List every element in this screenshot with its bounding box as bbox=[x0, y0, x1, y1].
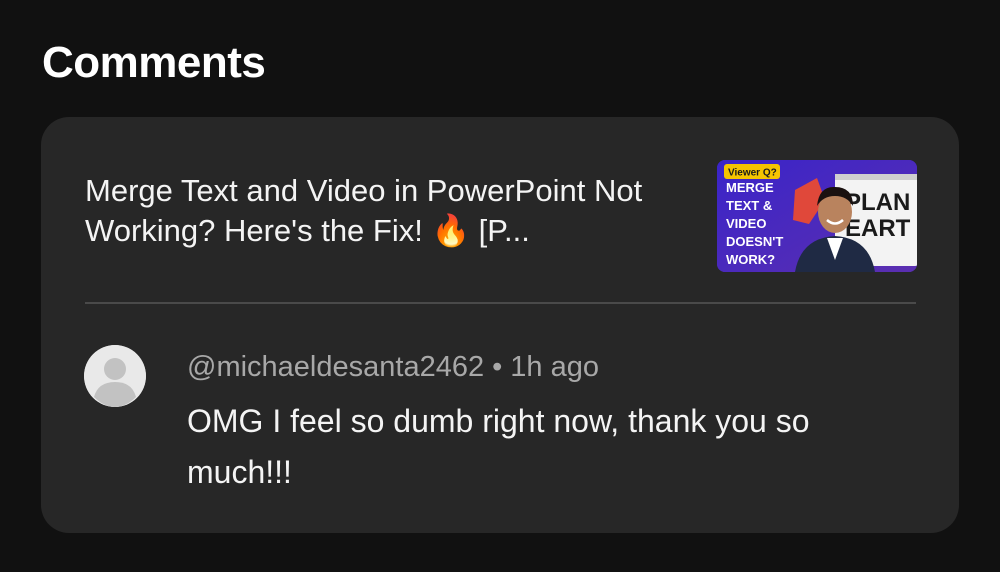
thumbnail-headline-line: VIDEO bbox=[726, 216, 766, 231]
default-user-icon bbox=[84, 345, 146, 407]
video-title: Merge Text and Video in PowerPoint Not W… bbox=[85, 173, 643, 248]
divider bbox=[85, 302, 916, 304]
meta-separator: • bbox=[492, 351, 503, 383]
thumbnail-badge-text: Viewer Q? bbox=[728, 168, 777, 179]
comment-card[interactable]: Merge Text and Video in PowerPoint Not W… bbox=[41, 117, 959, 533]
thumbnail-image: PLAN EART Viewer Q? MERGE TEXT & VIDEO D… bbox=[717, 160, 917, 272]
avatar[interactable] bbox=[84, 345, 146, 407]
comment-meta: @michaeldesanta2462 • 1h ago bbox=[187, 349, 599, 385]
thumbnail-headline-line: TEXT & bbox=[726, 198, 772, 213]
thumbnail-slide-text-2: EART bbox=[845, 215, 911, 242]
comment-text: OMG I feel so dumb right now, thank you … bbox=[187, 403, 810, 490]
comment-timestamp: 1h ago bbox=[510, 351, 599, 383]
thumbnail-headline-line: DOESN'T bbox=[726, 234, 783, 249]
video-thumbnail[interactable]: PLAN EART Viewer Q? MERGE TEXT & VIDEO D… bbox=[717, 160, 917, 272]
thumbnail-slide-text-1: PLAN bbox=[845, 189, 910, 216]
page-title: Comments bbox=[42, 38, 266, 87]
video-title-link[interactable]: Merge Text and Video in PowerPoint Not W… bbox=[85, 171, 685, 251]
thumbnail-headline-line: WORK? bbox=[726, 252, 775, 267]
comment-author[interactable]: @michaeldesanta2462 bbox=[187, 351, 484, 383]
thumbnail-headline-line: MERGE bbox=[726, 180, 774, 195]
